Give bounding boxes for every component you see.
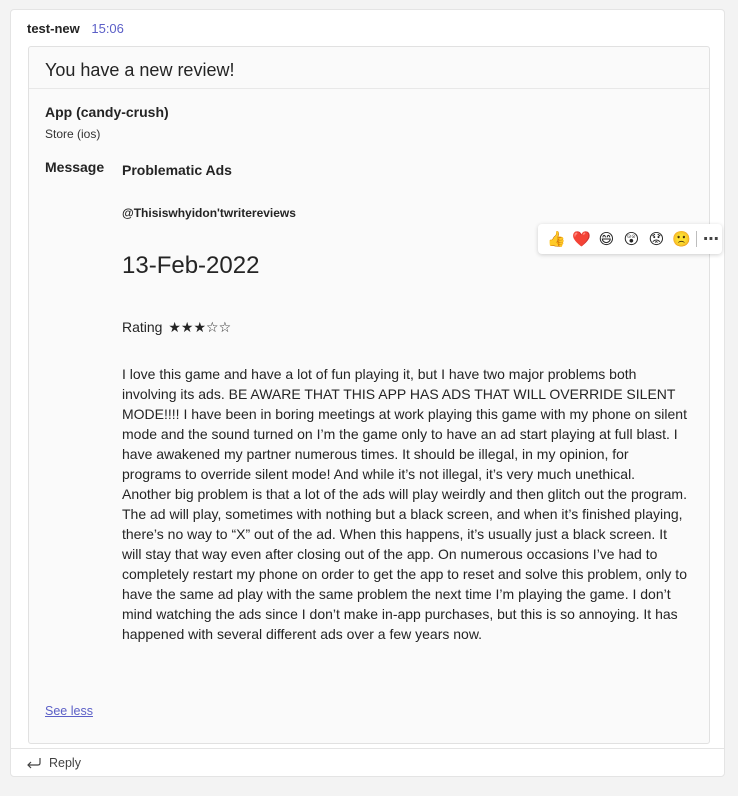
card-title: You have a new review!: [45, 60, 235, 80]
card-divider: [29, 88, 709, 89]
sad-icon[interactable]: 😟: [644, 230, 669, 248]
reaction-divider: [696, 231, 697, 247]
sender-name[interactable]: test-new: [27, 21, 80, 36]
rating-stars: ★★★☆☆: [168, 319, 232, 335]
reply-button[interactable]: Reply: [11, 748, 724, 776]
review-author: @Thisiswhyidon'twritereviews: [122, 206, 296, 220]
heart-icon[interactable]: ❤️: [569, 230, 594, 248]
reply-arrow-icon: [26, 757, 41, 769]
reaction-bar: 👍 ❤️ 😄 😲 😟 🙁 ⋯: [538, 224, 722, 254]
message-title: Problematic Ads: [122, 162, 232, 178]
surprised-icon[interactable]: 😲: [619, 230, 644, 248]
rating-label: Rating: [122, 319, 163, 335]
see-less-link[interactable]: See less: [45, 704, 93, 718]
message-label: Message: [45, 159, 105, 175]
like-icon[interactable]: 👍: [544, 230, 569, 248]
laugh-icon[interactable]: 😄: [594, 230, 619, 248]
angry-icon[interactable]: 🙁: [669, 230, 694, 248]
store-name: Store (ios): [45, 127, 101, 141]
adaptive-card: You have a new review! App (candy-crush)…: [28, 46, 710, 744]
app-name: App (candy-crush): [45, 104, 169, 120]
post-header: test-new 15:06: [27, 21, 124, 36]
review-text: I love this game and have a lot of fun p…: [122, 366, 687, 642]
reply-label: Reply: [49, 755, 81, 770]
post-timestamp: 15:06: [91, 21, 124, 36]
more-options-icon[interactable]: ⋯: [703, 229, 720, 249]
review-date: 13-Feb-2022: [122, 252, 260, 279]
message-post: test-new 15:06 You have a new review! Ap…: [10, 9, 725, 777]
review-rating: Rating ★★★☆☆: [122, 319, 231, 336]
